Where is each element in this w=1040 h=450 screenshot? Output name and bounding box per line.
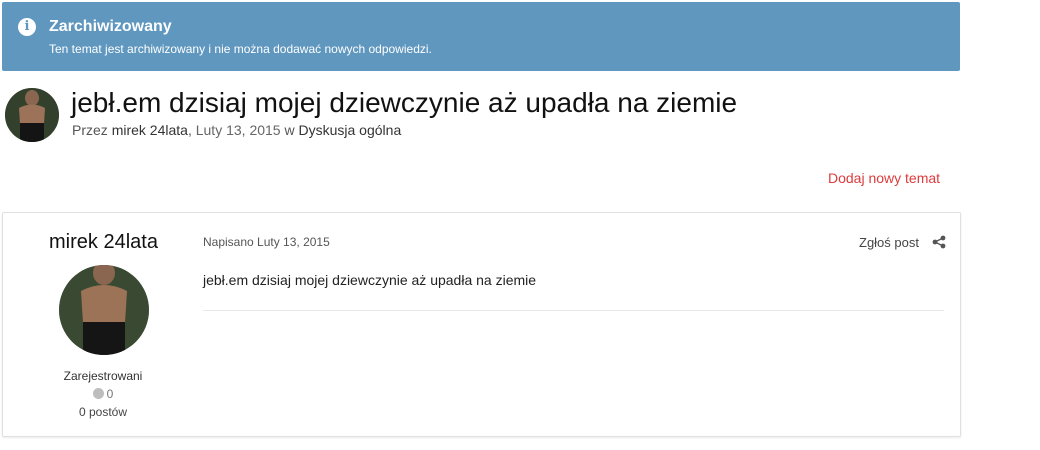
new-topic-button[interactable]: Dodaj nowy temat <box>828 170 940 186</box>
topic-byline: Przez mirek 24lata, Luty 13, 2015 w Dysk… <box>72 122 402 138</box>
byline-date: Luty 13, 2015 <box>195 122 281 138</box>
topic-author-avatar[interactable] <box>5 88 59 142</box>
post-author-avatar[interactable] <box>59 265 149 355</box>
banner-text: Ten temat jest archiwizowany i nie można… <box>49 42 432 56</box>
post-count: 0 postów <box>78 405 128 419</box>
report-post-link[interactable]: Zgłoś post <box>859 235 919 250</box>
topic-title: jebł.em dzisiaj mojej dziewczynie aż upa… <box>71 87 738 118</box>
info-icon: i <box>18 18 36 36</box>
post-divider <box>203 310 944 311</box>
byline-author-link[interactable]: mirek 24lata <box>112 122 188 138</box>
share-icon[interactable] <box>932 235 946 249</box>
banner-title: Zarchiwizowany <box>49 18 172 35</box>
post-author-name[interactable]: mirek 24lata <box>49 231 158 254</box>
post-container: mirek 24lata Zarejestrowani 0 0 postów N… <box>2 212 961 437</box>
reputation-badge: 0 <box>3 387 203 401</box>
post-date: Napisano Luty 13, 2015 <box>203 235 330 249</box>
byline-forum-link[interactable]: Dyskusja ogólna <box>299 122 402 138</box>
post-author-column: mirek 24lata Zarejestrowani 0 0 postów <box>3 213 203 436</box>
archived-banner: i Zarchiwizowany Ten temat jest archiwiz… <box>2 2 960 71</box>
post-content: jebł.em dzisiaj mojej dziewczynie aż upa… <box>203 272 537 288</box>
reputation-dot-icon <box>92 388 104 399</box>
reputation-value: 0 <box>106 387 114 401</box>
byline-prefix: Przez <box>72 122 108 138</box>
byline-in: w <box>284 122 295 138</box>
post-author-group: Zarejestrowani <box>63 369 143 383</box>
